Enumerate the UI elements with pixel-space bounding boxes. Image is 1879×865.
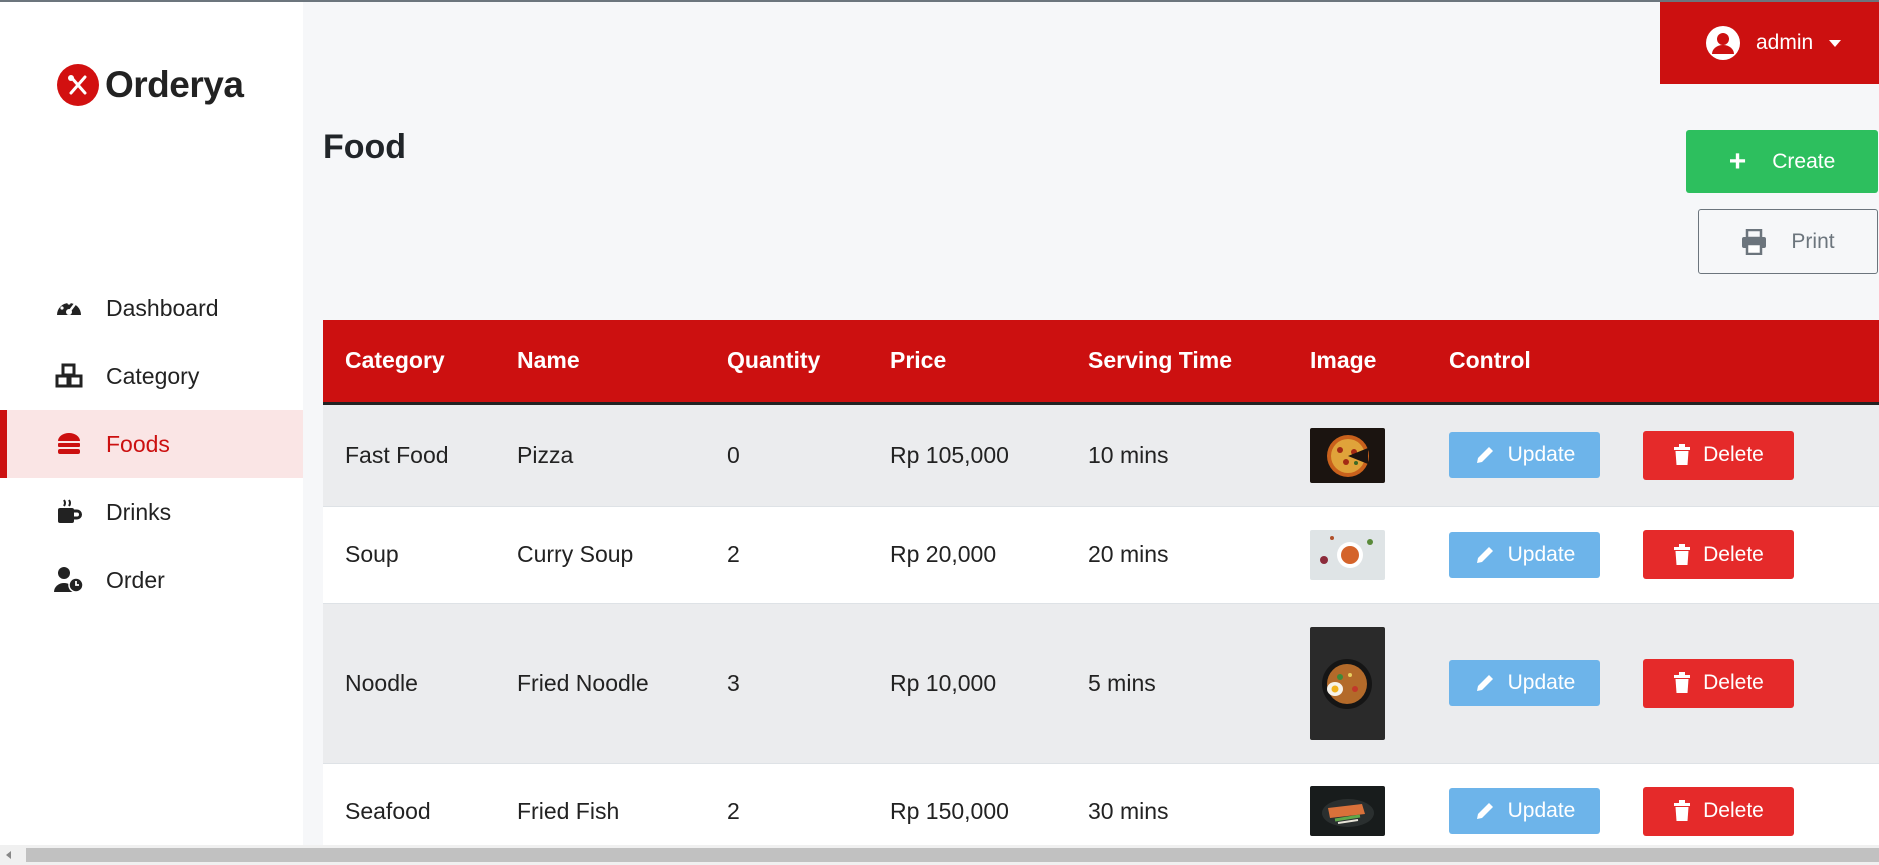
- trash-icon: [1674, 672, 1691, 693]
- column-header[interactable]: Category: [323, 320, 495, 405]
- cell-serving-time: 20 mins: [1066, 506, 1288, 604]
- sidebar-item-label: Order: [106, 566, 165, 593]
- curry-soup-image: [1310, 529, 1385, 580]
- fried-fish-image: [1310, 786, 1385, 836]
- delete-button[interactable]: Delete: [1643, 786, 1794, 836]
- delete-button-label: Delete: [1703, 542, 1764, 566]
- trash-icon: [1674, 543, 1691, 565]
- user-menu[interactable]: admin: [1660, 2, 1879, 84]
- pencil-icon: [1476, 675, 1493, 691]
- cell-update: Update: [1427, 603, 1621, 764]
- delete-button-label: Delete: [1703, 443, 1764, 466]
- user-circle-icon: [1706, 26, 1740, 60]
- pencil-icon: [1476, 447, 1493, 463]
- create-button[interactable]: + Create: [1686, 130, 1878, 193]
- trash-icon: [1674, 800, 1691, 821]
- cell-quantity: 0: [705, 403, 868, 507]
- brand-name: Orderya: [105, 64, 244, 105]
- cell-category: Soup: [323, 506, 495, 604]
- pencil-icon: [1476, 803, 1493, 819]
- pizza-image: [1310, 427, 1385, 483]
- page-title: Food: [323, 128, 407, 166]
- delete-button-label: Delete: [1703, 671, 1764, 694]
- cell-serving-time: 5 mins: [1066, 603, 1288, 764]
- scroll-left-icon[interactable]: [6, 851, 11, 859]
- cell-image: [1288, 506, 1427, 604]
- user-clock-icon: [54, 565, 84, 595]
- cell-price: Rp 105,000: [868, 403, 1066, 507]
- sidebar-item-label: Foods: [106, 430, 170, 457]
- sidebar-item-label: Dashboard: [106, 294, 219, 321]
- update-button[interactable]: Update: [1449, 531, 1600, 578]
- sidebar-item-order[interactable]: Order: [0, 546, 303, 614]
- scrollbar-thumb[interactable]: [26, 848, 1879, 862]
- sidebar-nav: Dashboard Category Foods Drinks Order: [0, 274, 303, 614]
- cell-update: Update: [1427, 506, 1621, 604]
- cell-image: [1288, 403, 1427, 507]
- column-header[interactable]: Price: [868, 320, 1066, 405]
- cell-category: Noodle: [323, 603, 495, 764]
- food-table-container: Category Name Quantity Price Serving Tim…: [323, 320, 1879, 860]
- cell-name: Fried Noodle: [495, 603, 705, 764]
- sidebar-item-drinks[interactable]: Drinks: [0, 478, 303, 546]
- update-button-label: Update: [1507, 799, 1576, 822]
- update-button-label: Update: [1507, 542, 1576, 566]
- cell-quantity: 3: [705, 603, 868, 764]
- pencil-icon: [1476, 546, 1493, 563]
- cubes-icon: [54, 361, 84, 391]
- user-name: admin: [1756, 31, 1814, 54]
- cell-price: Rp 20,000: [868, 506, 1066, 604]
- cell-category: Fast Food: [323, 403, 495, 507]
- column-header[interactable]: Control: [1427, 320, 1879, 405]
- cell-name: Curry Soup: [495, 506, 705, 604]
- sidebar: Orderya Dashboard Category Foods Drinks: [0, 2, 303, 845]
- sidebar-item-category[interactable]: Category: [0, 342, 303, 410]
- delete-button[interactable]: Delete: [1643, 658, 1794, 708]
- cell-price: Rp 10,000: [868, 603, 1066, 764]
- print-button-label: Print: [1791, 229, 1835, 253]
- horizontal-scrollbar[interactable]: [0, 845, 1879, 865]
- create-button-label: Create: [1772, 149, 1836, 173]
- printer-icon: [1742, 228, 1767, 255]
- column-header[interactable]: Quantity: [705, 320, 868, 405]
- delete-button-label: Delete: [1703, 799, 1764, 822]
- cell-name: Pizza: [495, 403, 705, 507]
- update-button-label: Update: [1507, 443, 1576, 466]
- table-row: Fast Food Pizza 0 Rp 105,000 10 mins Upd…: [323, 403, 1879, 507]
- sidebar-item-label: Drinks: [106, 498, 172, 525]
- table-header-row: Category Name Quantity Price Serving Tim…: [323, 320, 1879, 405]
- cell-delete: Delete: [1621, 403, 1879, 507]
- table-row: Soup Curry Soup 2 Rp 20,000 20 mins Upda…: [323, 506, 1879, 604]
- cell-serving-time: 10 mins: [1066, 403, 1288, 507]
- sidebar-item-foods[interactable]: Foods: [0, 410, 303, 478]
- update-button[interactable]: Update: [1449, 788, 1600, 834]
- brand-logo[interactable]: Orderya: [57, 64, 244, 106]
- cell-quantity: 2: [705, 506, 868, 604]
- cell-delete: Delete: [1621, 506, 1879, 604]
- update-button-label: Update: [1507, 671, 1576, 694]
- cell-delete: Delete: [1621, 603, 1879, 764]
- delete-button[interactable]: Delete: [1643, 530, 1794, 579]
- table-row: Noodle Fried Noodle 3 Rp 10,000 5 mins U…: [323, 603, 1879, 764]
- gauge-icon: [54, 293, 84, 323]
- trash-icon: [1674, 444, 1691, 465]
- column-header[interactable]: Serving Time: [1066, 320, 1288, 405]
- cell-image: [1288, 603, 1427, 764]
- update-button[interactable]: Update: [1449, 432, 1600, 478]
- sidebar-item-label: Category: [106, 362, 200, 389]
- plus-icon: +: [1728, 144, 1747, 178]
- sidebar-item-dashboard[interactable]: Dashboard: [0, 274, 303, 342]
- print-button[interactable]: Print: [1698, 209, 1878, 274]
- column-header[interactable]: Image: [1288, 320, 1427, 405]
- burger-icon: [54, 429, 84, 459]
- fried-noodle-image: [1310, 626, 1385, 740]
- column-header[interactable]: Name: [495, 320, 705, 405]
- chevron-down-icon: [1829, 39, 1842, 47]
- delete-button[interactable]: Delete: [1643, 430, 1794, 480]
- food-table: Category Name Quantity Price Serving Tim…: [323, 320, 1879, 860]
- cell-update: Update: [1427, 403, 1621, 507]
- mug-icon: [54, 497, 84, 527]
- update-button[interactable]: Update: [1449, 660, 1600, 706]
- logo-icon: [57, 64, 99, 106]
